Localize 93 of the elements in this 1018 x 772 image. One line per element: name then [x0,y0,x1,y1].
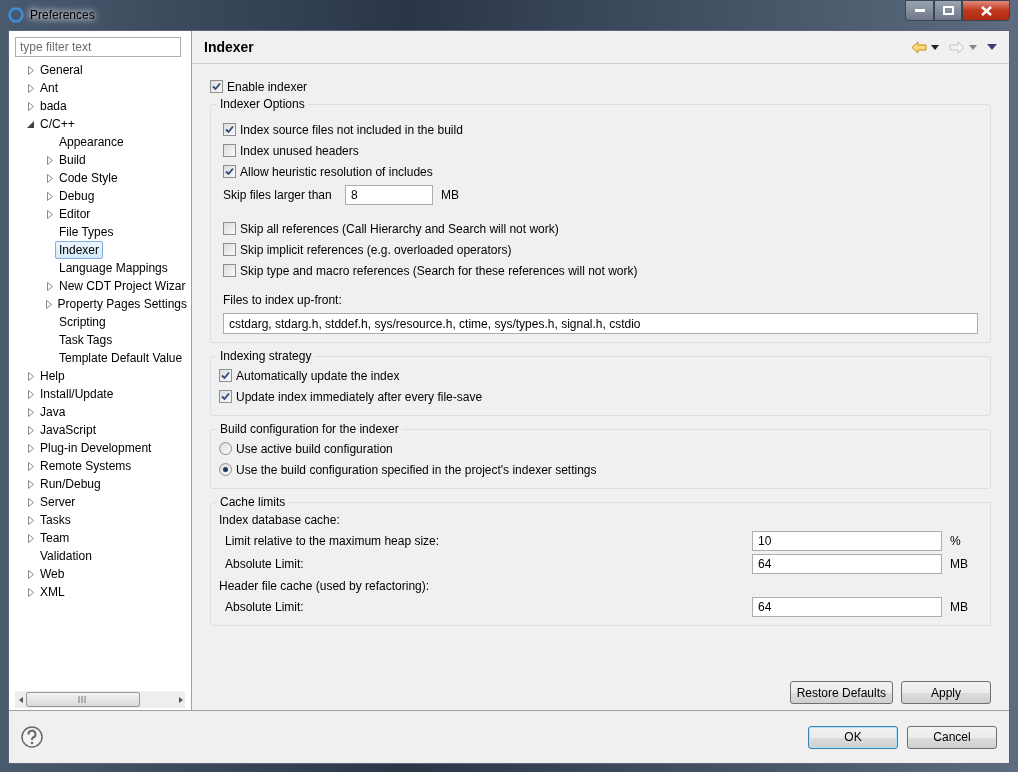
minimize-button[interactable] [905,0,934,21]
window-title: Preferences [30,8,95,22]
limit-field[interactable]: 64 [752,554,942,574]
checkbox[interactable] [219,390,232,403]
scrollbar-thumb[interactable] [25,692,140,707]
field-label: Limit relative to the maximum heap size: [224,534,441,548]
checkbox[interactable] [223,243,236,256]
tree-item[interactable]: General [36,61,87,79]
app-icon [8,7,24,23]
tree-item[interactable]: Editor [55,205,95,223]
horizontal-scrollbar[interactable] [15,691,185,708]
field-label: Skip files larger than [223,188,333,202]
tree-item[interactable]: C/C++ [36,115,79,133]
radio-button[interactable] [219,463,232,476]
field-label: Files to index up-front: [223,292,343,309]
size-field[interactable]: 8 [345,185,433,205]
tree-item[interactable]: Web [36,565,69,583]
tree-item[interactable]: Task Tags [55,331,117,349]
limit-field[interactable]: 10 [752,531,942,551]
checkbox-label: Automatically update the index [236,368,400,383]
page-title: Indexer [204,39,254,55]
apply-button[interactable]: Apply [901,681,991,704]
tree-item[interactable]: Ant [36,79,62,97]
checkbox[interactable] [223,123,236,136]
checkbox[interactable] [210,80,223,93]
unit-label: MB [440,188,459,202]
checkbox-label: Enable indexer [227,79,308,94]
tree-item[interactable]: Property Pages Settings [53,295,191,313]
field-label: Absolute Limit: [224,600,305,614]
field-label: Absolute Limit: [224,557,305,571]
checkbox[interactable] [223,222,236,235]
tree-item[interactable]: Scripting [55,313,110,331]
close-button[interactable] [962,0,1010,21]
checkbox-label: Skip type and macro references (Search for these references will not work) [240,263,638,278]
tree-item[interactable]: Tasks [36,511,75,529]
checkbox[interactable] [223,144,236,157]
tree-item[interactable]: Plug-in Development [36,439,156,457]
tree-item[interactable]: Remote Systems [36,457,136,475]
unit-label: MB [949,600,969,614]
checkbox-label: Allow heuristic resolution of includes [240,164,433,179]
tree-item[interactable]: Validation [36,547,96,565]
restore-defaults-button[interactable]: Restore Defaults [789,681,893,704]
tree-item[interactable]: bada [36,97,71,115]
radio-label: Use the build configuration specified in the project's indexer settings [236,462,597,477]
tree-item[interactable]: Indexer [55,241,104,259]
minimize-icon [914,9,925,12]
checkbox-label: Index unused headers [240,143,359,158]
group-title: Indexing strategy [219,349,313,363]
tree-item[interactable]: JavaScript [36,421,101,439]
cancel-button[interactable]: Cancel [907,725,997,749]
files-field[interactable]: cstdarg, stdarg.h, stddef.h, sys/resource.h, ctime, sys/types.h, signal.h, cstdio [223,313,978,334]
menu-caret-icon[interactable] [987,44,997,50]
tree-item[interactable]: Template Default Value [55,349,187,367]
radio-label: Use active build configuration [236,441,393,456]
checkbox[interactable] [223,264,236,277]
section-heading: Header file cache (used by refactoring): [219,577,431,594]
tree-item[interactable]: Build [55,151,90,169]
tree-item[interactable]: Appearance [55,133,128,151]
tree-item[interactable]: Code Style [55,169,122,187]
unit-label: MB [949,557,969,571]
expanded-triangle-icon[interactable] [27,120,34,128]
tree-item[interactable]: Team [36,529,74,547]
radio-button[interactable] [219,442,232,455]
grip-icon [78,696,87,703]
section-heading: Index database cache: [219,511,341,528]
close-icon [980,5,992,16]
group-title: Indexer Options [219,97,306,111]
tree-item[interactable]: Debug [55,187,99,205]
filter-field[interactable]: type filter text [15,37,181,57]
maximize-button[interactable] [934,0,962,21]
group-title: Cache limits [219,495,287,509]
limit-field[interactable]: 64 [752,597,942,617]
help-icon[interactable] [21,726,43,748]
unit-label: % [949,534,962,548]
tree-item[interactable]: Java [36,403,70,421]
checkbox-label: Skip implicit references (e.g. overloaded operators) [240,242,512,257]
tree-item[interactable]: Install/Update [36,385,118,403]
group-title: Build configuration for the indexer [219,422,400,436]
tree-item[interactable]: Language Mappings [55,259,172,277]
tree-item[interactable]: File Types [55,223,118,241]
checkbox-label: Index source files not included in the build [240,122,463,137]
tree-item[interactable]: XML [36,583,69,601]
tree-item[interactable]: Run/Debug [36,475,105,493]
checkbox[interactable] [223,165,236,178]
tree-item[interactable]: Help [36,367,69,385]
checkbox-label: Skip all references (Call Hierarchy and Search will not work) [240,221,559,236]
tree-item[interactable]: Server [36,493,80,511]
checkbox-label: Update index immediately after every file-save [236,389,483,404]
maximize-icon [942,6,954,15]
dropdown-caret-icon[interactable] [931,44,939,50]
checkbox[interactable] [219,369,232,382]
tree-item[interactable]: New CDT Project Wizar [55,277,190,295]
ok-button[interactable]: OK [808,725,898,749]
